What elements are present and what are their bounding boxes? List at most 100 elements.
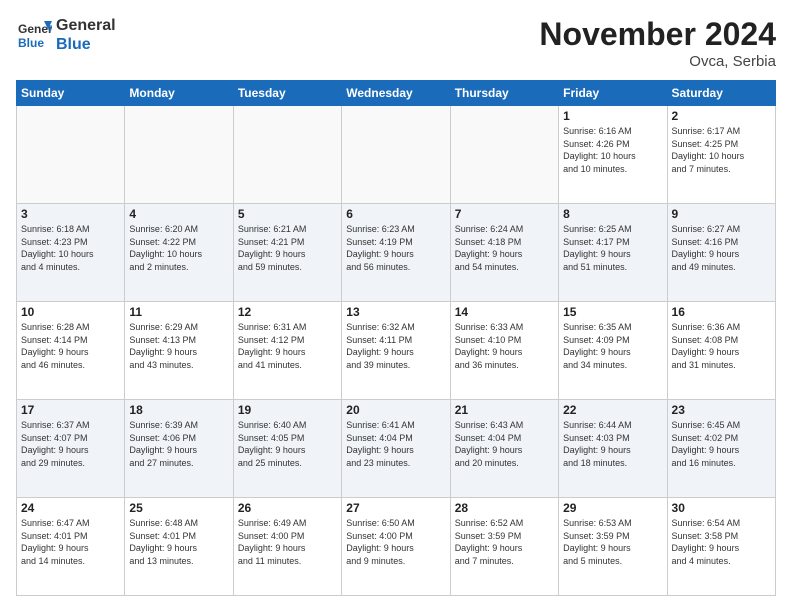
day-number: 24 bbox=[21, 501, 120, 515]
day-info: Sunrise: 6:43 AM Sunset: 4:04 PM Dayligh… bbox=[455, 419, 554, 469]
day-cell: 11 Sunrise: 6:29 AM Sunset: 4:13 PM Dayli… bbox=[125, 302, 233, 400]
weekday-header-thursday: Thursday bbox=[450, 81, 558, 106]
week-row-1: 3Sunrise: 6:18 AM Sunset: 4:23 PM Daylig… bbox=[17, 204, 776, 302]
day-info: Sunrise: 6:41 AM Sunset: 4:04 PM Dayligh… bbox=[346, 419, 445, 469]
day-number: 14 bbox=[455, 305, 554, 319]
logo-blue: Blue bbox=[56, 35, 116, 54]
day-number: 29 bbox=[563, 501, 662, 515]
day-number: 25 bbox=[129, 501, 228, 515]
day-cell: 21Sunrise: 6:43 AM Sunset: 4:04 PM Dayli… bbox=[450, 400, 558, 498]
day-cell: 13 Sunrise: 6:32 AM Sunset: 4:11 PM Dayli… bbox=[342, 302, 450, 400]
day-info: Sunrise: 6:27 AM Sunset: 4:16 PM Dayligh… bbox=[672, 223, 771, 273]
day-number: 15 bbox=[563, 305, 662, 319]
day-cell: 30Sunrise: 6:54 AM Sunset: 3:58 PM Dayli… bbox=[667, 498, 775, 596]
logo: General Blue General Blue bbox=[16, 16, 116, 54]
header: General Blue General Blue November 2024 … bbox=[16, 16, 776, 70]
day-info: Sunrise: 6:24 AM Sunset: 4:18 PM Dayligh… bbox=[455, 223, 554, 273]
logo-icon: General Blue bbox=[16, 17, 52, 53]
day-cell bbox=[233, 106, 341, 204]
day-number: 8 bbox=[563, 207, 662, 221]
day-cell: 25 Sunrise: 6:48 AM Sunset: 4:01 PM Dayli… bbox=[125, 498, 233, 596]
day-number: 18 bbox=[129, 403, 228, 417]
day-number: 2 bbox=[672, 109, 771, 123]
day-cell bbox=[125, 106, 233, 204]
title-block: November 2024 Ovca, Serbia bbox=[539, 16, 776, 70]
day-cell: 16 Sunrise: 6:36 AM Sunset: 4:08 PM Dayli… bbox=[667, 302, 775, 400]
day-info: Sunrise: 6:39 AM Sunset: 4:06 PM Dayligh… bbox=[129, 419, 228, 469]
day-info: Sunrise: 6:35 AM Sunset: 4:09 PM Dayligh… bbox=[563, 321, 662, 371]
weekday-header-sunday: Sunday bbox=[17, 81, 125, 106]
svg-text:Blue: Blue bbox=[18, 36, 44, 50]
location: Ovca, Serbia bbox=[539, 53, 776, 70]
day-cell: 7 Sunrise: 6:24 AM Sunset: 4:18 PM Daylig… bbox=[450, 204, 558, 302]
day-info: Sunrise: 6:52 AM Sunset: 3:59 PM Dayligh… bbox=[455, 517, 554, 567]
weekday-header-wednesday: Wednesday bbox=[342, 81, 450, 106]
day-number: 11 bbox=[129, 305, 228, 319]
weekday-header-friday: Friday bbox=[559, 81, 667, 106]
weekday-header-row: SundayMondayTuesdayWednesdayThursdayFrid… bbox=[17, 81, 776, 106]
day-number: 10 bbox=[21, 305, 120, 319]
day-number: 23 bbox=[672, 403, 771, 417]
day-number: 17 bbox=[21, 403, 120, 417]
day-cell: 26 Sunrise: 6:49 AM Sunset: 4:00 PM Dayli… bbox=[233, 498, 341, 596]
day-cell bbox=[450, 106, 558, 204]
day-info: Sunrise: 6:54 AM Sunset: 3:58 PM Dayligh… bbox=[672, 517, 771, 567]
day-info: Sunrise: 6:25 AM Sunset: 4:17 PM Dayligh… bbox=[563, 223, 662, 273]
day-info: Sunrise: 6:40 AM Sunset: 4:05 PM Dayligh… bbox=[238, 419, 337, 469]
day-number: 20 bbox=[346, 403, 445, 417]
day-info: Sunrise: 6:36 AM Sunset: 4:08 PM Dayligh… bbox=[672, 321, 771, 371]
day-cell: 12Sunrise: 6:31 AM Sunset: 4:12 PM Dayli… bbox=[233, 302, 341, 400]
day-cell: 6Sunrise: 6:23 AM Sunset: 4:19 PM Daylig… bbox=[342, 204, 450, 302]
day-cell: 20 Sunrise: 6:41 AM Sunset: 4:04 PM Dayli… bbox=[342, 400, 450, 498]
calendar-table: SundayMondayTuesdayWednesdayThursdayFrid… bbox=[16, 80, 776, 596]
day-number: 19 bbox=[238, 403, 337, 417]
day-info: Sunrise: 6:49 AM Sunset: 4:00 PM Dayligh… bbox=[238, 517, 337, 567]
day-info: Sunrise: 6:44 AM Sunset: 4:03 PM Dayligh… bbox=[563, 419, 662, 469]
day-cell bbox=[342, 106, 450, 204]
day-number: 16 bbox=[672, 305, 771, 319]
day-cell: 17 Sunrise: 6:37 AM Sunset: 4:07 PM Dayli… bbox=[17, 400, 125, 498]
day-number: 13 bbox=[346, 305, 445, 319]
day-info: Sunrise: 6:33 AM Sunset: 4:10 PM Dayligh… bbox=[455, 321, 554, 371]
day-info: Sunrise: 6:21 AM Sunset: 4:21 PM Dayligh… bbox=[238, 223, 337, 273]
weekday-header-saturday: Saturday bbox=[667, 81, 775, 106]
day-info: Sunrise: 6:29 AM Sunset: 4:13 PM Dayligh… bbox=[129, 321, 228, 371]
day-info: Sunrise: 6:37 AM Sunset: 4:07 PM Dayligh… bbox=[21, 419, 120, 469]
month-title: November 2024 bbox=[539, 16, 776, 53]
day-cell: 27Sunrise: 6:50 AM Sunset: 4:00 PM Dayli… bbox=[342, 498, 450, 596]
day-info: Sunrise: 6:53 AM Sunset: 3:59 PM Dayligh… bbox=[563, 517, 662, 567]
day-cell: 8 Sunrise: 6:25 AM Sunset: 4:17 PM Daylig… bbox=[559, 204, 667, 302]
day-cell: 14 Sunrise: 6:33 AM Sunset: 4:10 PM Dayli… bbox=[450, 302, 558, 400]
day-cell: 2 Sunrise: 6:17 AM Sunset: 4:25 PM Daylig… bbox=[667, 106, 775, 204]
day-cell: 10 Sunrise: 6:28 AM Sunset: 4:14 PM Dayli… bbox=[17, 302, 125, 400]
day-info: Sunrise: 6:50 AM Sunset: 4:00 PM Dayligh… bbox=[346, 517, 445, 567]
day-number: 22 bbox=[563, 403, 662, 417]
week-row-0: 1Sunrise: 6:16 AM Sunset: 4:26 PM Daylig… bbox=[17, 106, 776, 204]
day-number: 26 bbox=[238, 501, 337, 515]
week-row-2: 10 Sunrise: 6:28 AM Sunset: 4:14 PM Dayli… bbox=[17, 302, 776, 400]
day-cell: 28 Sunrise: 6:52 AM Sunset: 3:59 PM Dayli… bbox=[450, 498, 558, 596]
day-info: Sunrise: 6:28 AM Sunset: 4:14 PM Dayligh… bbox=[21, 321, 120, 371]
day-number: 28 bbox=[455, 501, 554, 515]
day-number: 6 bbox=[346, 207, 445, 221]
day-cell: 3Sunrise: 6:18 AM Sunset: 4:23 PM Daylig… bbox=[17, 204, 125, 302]
day-info: Sunrise: 6:31 AM Sunset: 4:12 PM Dayligh… bbox=[238, 321, 337, 371]
day-info: Sunrise: 6:32 AM Sunset: 4:11 PM Dayligh… bbox=[346, 321, 445, 371]
day-number: 9 bbox=[672, 207, 771, 221]
day-cell: 18 Sunrise: 6:39 AM Sunset: 4:06 PM Dayli… bbox=[125, 400, 233, 498]
day-cell: 22 Sunrise: 6:44 AM Sunset: 4:03 PM Dayli… bbox=[559, 400, 667, 498]
day-cell: 29 Sunrise: 6:53 AM Sunset: 3:59 PM Dayli… bbox=[559, 498, 667, 596]
day-cell bbox=[17, 106, 125, 204]
day-number: 3 bbox=[21, 207, 120, 221]
day-cell: 4Sunrise: 6:20 AM Sunset: 4:22 PM Daylig… bbox=[125, 204, 233, 302]
day-cell: 23Sunrise: 6:45 AM Sunset: 4:02 PM Dayli… bbox=[667, 400, 775, 498]
day-cell: 5Sunrise: 6:21 AM Sunset: 4:21 PM Daylig… bbox=[233, 204, 341, 302]
day-info: Sunrise: 6:17 AM Sunset: 4:25 PM Dayligh… bbox=[672, 125, 771, 175]
week-row-4: 24Sunrise: 6:47 AM Sunset: 4:01 PM Dayli… bbox=[17, 498, 776, 596]
day-cell: 9 Sunrise: 6:27 AM Sunset: 4:16 PM Daylig… bbox=[667, 204, 775, 302]
day-number: 7 bbox=[455, 207, 554, 221]
day-cell: 19 Sunrise: 6:40 AM Sunset: 4:05 PM Dayli… bbox=[233, 400, 341, 498]
page: General Blue General Blue November 2024 … bbox=[0, 0, 792, 612]
day-info: Sunrise: 6:48 AM Sunset: 4:01 PM Dayligh… bbox=[129, 517, 228, 567]
day-cell: 1Sunrise: 6:16 AM Sunset: 4:26 PM Daylig… bbox=[559, 106, 667, 204]
